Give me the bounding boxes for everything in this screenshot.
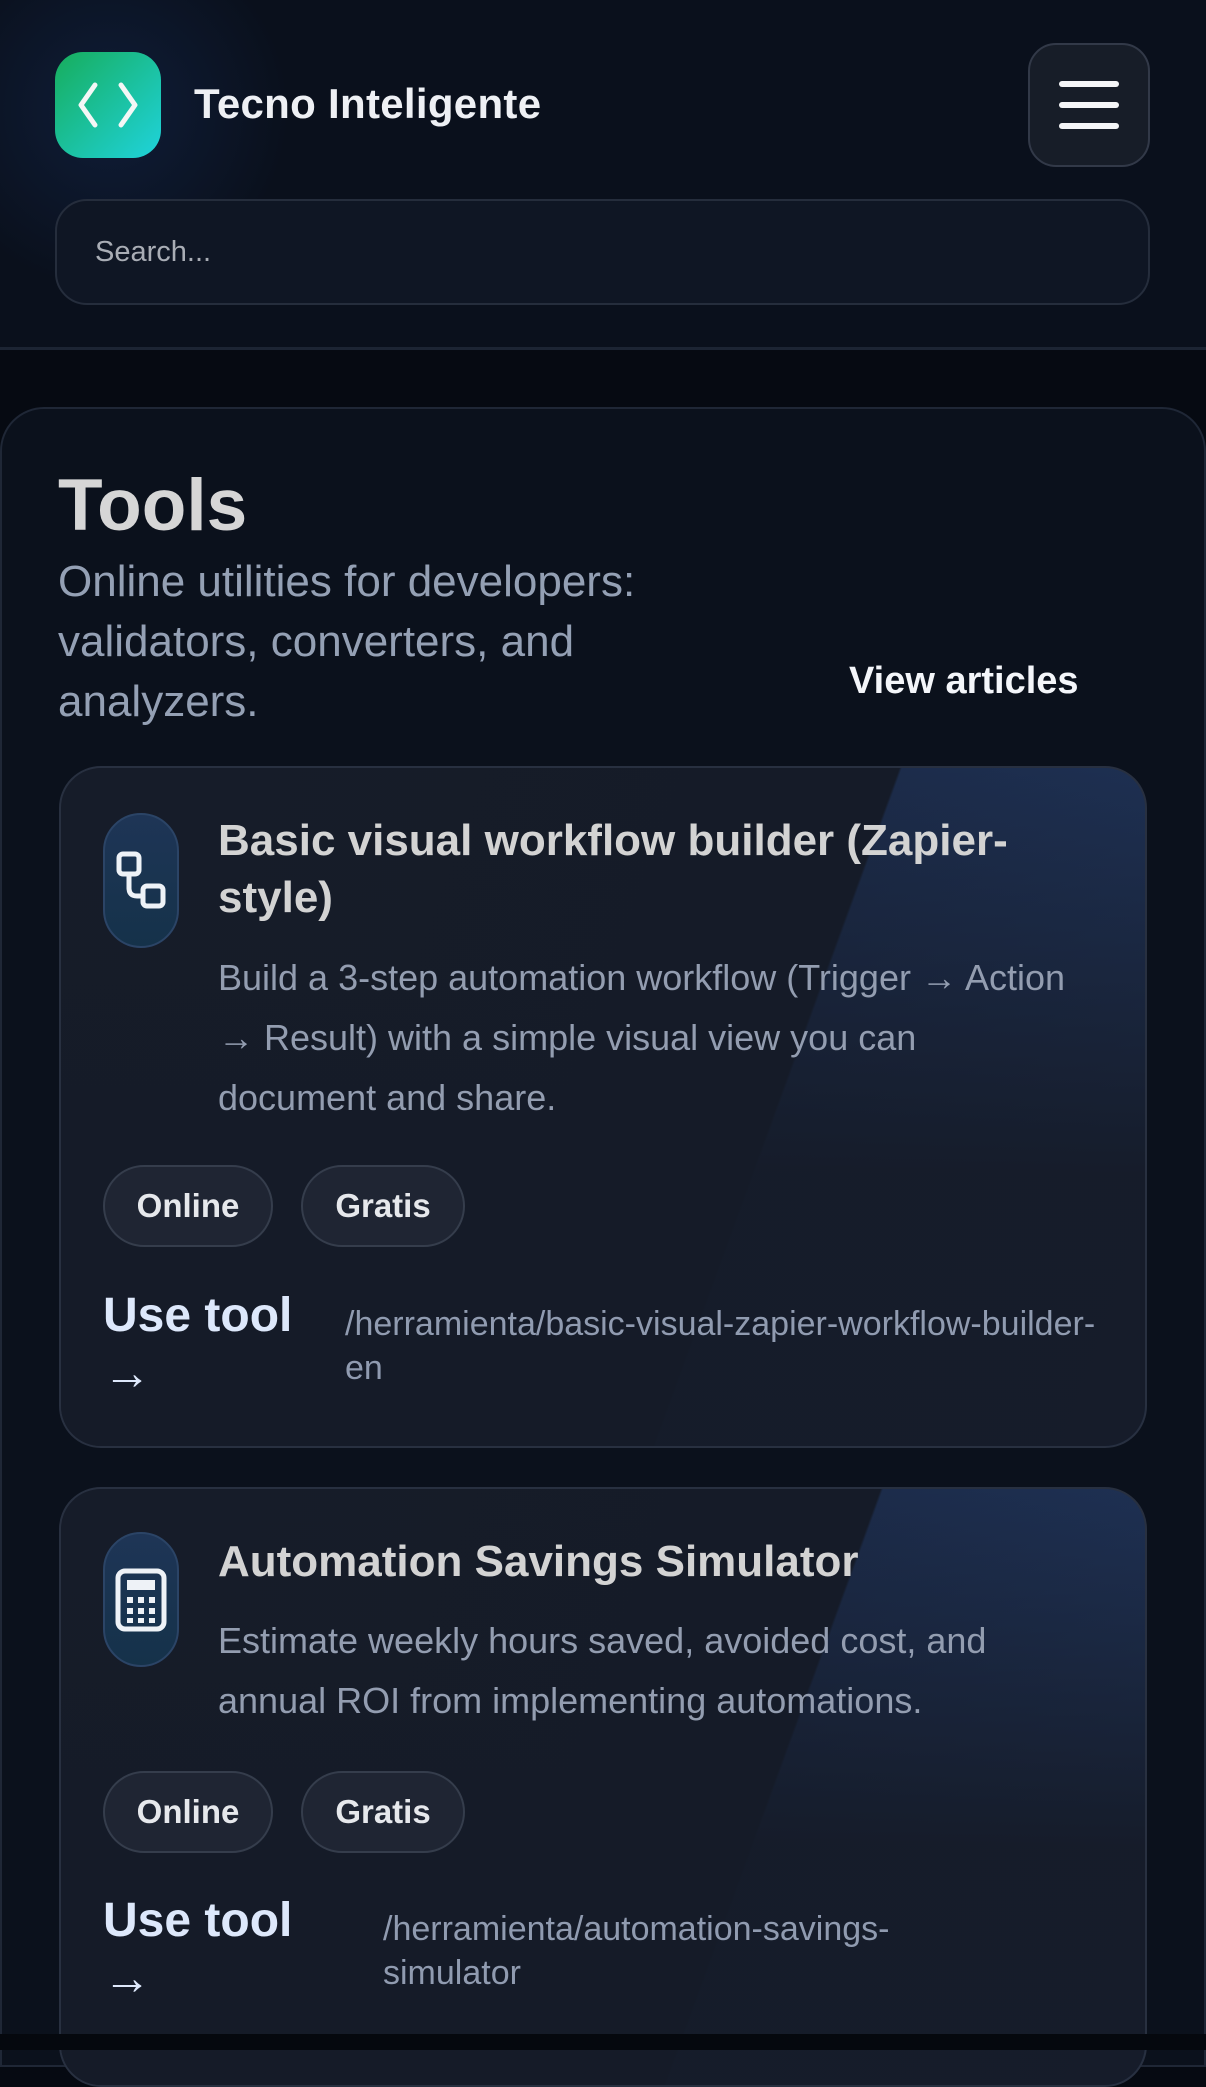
tool-title[interactable]: Basic visual workflow builder (Zapier-st… xyxy=(218,812,1078,926)
hamburger-icon xyxy=(1059,81,1119,87)
use-tool-link[interactable]: Use tool → xyxy=(103,1892,303,2008)
calculator-icon xyxy=(103,1532,179,1667)
site-header: Tecno Inteligente Search... xyxy=(0,0,1206,350)
page-subtitle: Online utilities for developers: validat… xyxy=(58,557,636,726)
tool-url: /herramienta/automation-savings-simulato… xyxy=(383,1910,890,1992)
tag-online: Online xyxy=(103,1771,273,1853)
view-articles-link[interactable]: View articles xyxy=(849,660,1079,703)
tag-gratis: Gratis xyxy=(301,1771,465,1853)
tool-url: /herramienta/basic-visual-zapier-workflo… xyxy=(345,1305,1096,1387)
search-input[interactable]: Search... xyxy=(55,199,1150,305)
tool-card[interactable]: Automation Savings Simulator Estimate we… xyxy=(59,1487,1147,2087)
tool-card[interactable]: Basic visual workflow builder (Zapier-st… xyxy=(59,766,1147,1448)
tool-description: Estimate weekly hours saved, avoided cos… xyxy=(218,1620,987,1721)
page-title: Tools xyxy=(58,465,248,546)
logo[interactable] xyxy=(55,52,161,158)
use-tool-link[interactable]: Use tool → xyxy=(103,1287,303,1403)
menu-button[interactable] xyxy=(1028,43,1150,167)
code-icon xyxy=(78,82,138,128)
tool-title[interactable]: Automation Savings Simulator xyxy=(218,1533,1078,1590)
tag-online: Online xyxy=(103,1165,273,1247)
workflow-icon xyxy=(103,813,179,948)
tool-description: Build a 3-step automation workflow (Trig… xyxy=(218,957,1066,1118)
tag-gratis: Gratis xyxy=(301,1165,465,1247)
brand-name[interactable]: Tecno Inteligente xyxy=(194,80,541,128)
bottom-bar xyxy=(0,2034,1206,2050)
